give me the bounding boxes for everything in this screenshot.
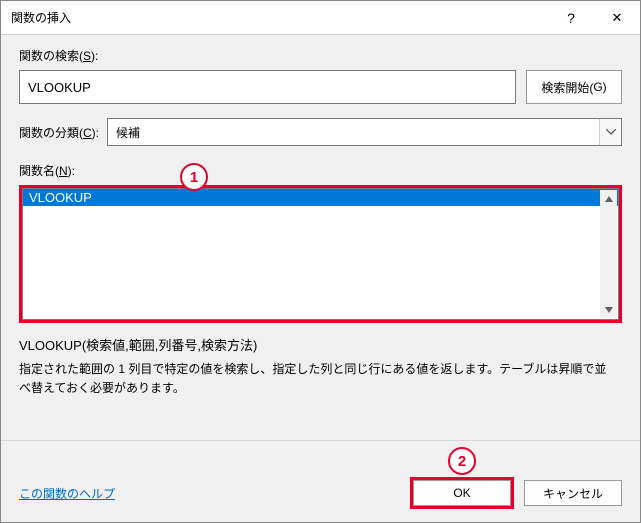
- listbox-scrollbar[interactable]: [600, 190, 617, 318]
- search-go-button[interactable]: 検索開始(G): [526, 70, 622, 104]
- scroll-down-icon[interactable]: [600, 301, 617, 318]
- search-input[interactable]: VLOOKUP: [19, 70, 516, 104]
- search-label: 関数の検索(S):: [19, 47, 622, 64]
- ok-button[interactable]: OK: [413, 480, 511, 506]
- funcname-label: 関数名(N):: [19, 162, 622, 179]
- dialog-title: 関数の挿入: [11, 9, 548, 26]
- annotation-2-outline: OK: [410, 477, 514, 509]
- funcname-listbox-wrap: VLOOKUP: [19, 185, 622, 323]
- function-syntax: VLOOKUP(検索値,範囲,列番号,検索方法): [19, 335, 622, 354]
- function-description: 指定された範囲の 1 列目で特定の値を検索し、指定した列と同じ行にある値を返しま…: [19, 360, 622, 398]
- category-label: 関数の分類(C):: [19, 124, 99, 141]
- category-row: 関数の分類(C): 候補: [19, 118, 622, 146]
- help-button[interactable]: ?: [548, 2, 594, 34]
- category-value: 候補: [108, 119, 599, 145]
- titlebar: 関数の挿入 ? ✕: [1, 1, 640, 35]
- search-row: VLOOKUP 検索開始(G): [19, 70, 622, 104]
- annotation-1-outline: VLOOKUP: [19, 185, 622, 323]
- cancel-button[interactable]: キャンセル: [524, 480, 622, 506]
- annotation-1: 1: [180, 163, 208, 191]
- chevron-down-icon: [599, 119, 621, 145]
- list-item[interactable]: VLOOKUP: [23, 189, 618, 206]
- annotation-2: 2: [448, 447, 476, 475]
- category-select[interactable]: 候補: [107, 118, 622, 146]
- dialog-footer: この関数のヘルプ OK キャンセル: [1, 464, 640, 522]
- close-button[interactable]: ✕: [594, 2, 640, 34]
- search-input-value: VLOOKUP: [28, 80, 91, 95]
- dialog-content: 関数の検索(S): VLOOKUP 検索開始(G) 関数の分類(C): 候補 関…: [1, 35, 640, 464]
- separator: [1, 440, 640, 441]
- scroll-up-icon[interactable]: [600, 190, 617, 207]
- insert-function-dialog: 関数の挿入 ? ✕ 関数の検索(S): VLOOKUP 検索開始(G) 関数の分…: [0, 0, 641, 523]
- help-link[interactable]: この関数のヘルプ: [19, 485, 115, 502]
- funcname-listbox[interactable]: VLOOKUP: [22, 188, 619, 320]
